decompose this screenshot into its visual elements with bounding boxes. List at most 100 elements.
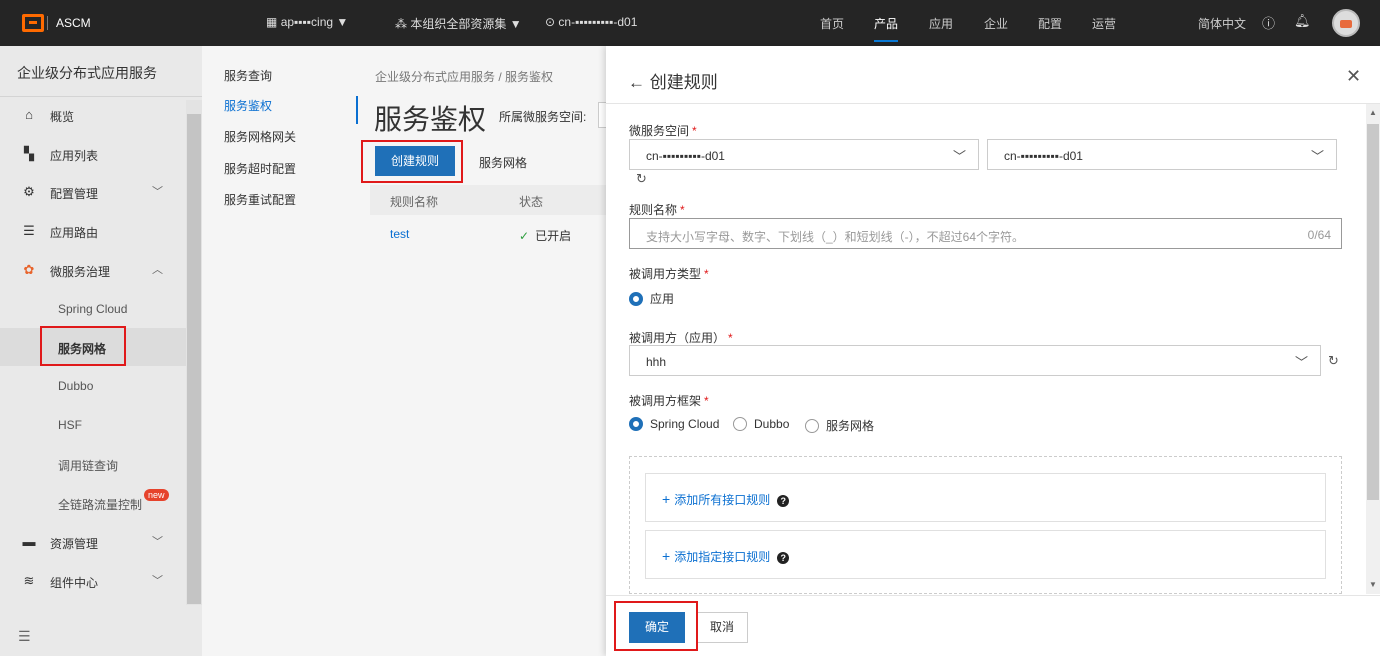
sidebar-item-component-center[interactable]: ≋ 组件中心 ﹀ bbox=[0, 562, 186, 600]
rule-name-link[interactable]: test bbox=[390, 227, 409, 241]
scroll-down-icon[interactable]: ▼ bbox=[1369, 580, 1377, 589]
subnav-timeout-config[interactable]: 服务超时配置 bbox=[224, 160, 296, 177]
highlight-box bbox=[40, 326, 126, 366]
namespace-select-panel[interactable]: cn-▪▪▪▪▪▪▪▪▪-d01 ﹀ bbox=[987, 139, 1337, 170]
radio-framework-spring-cloud[interactable]: Spring Cloud bbox=[629, 417, 719, 431]
back-arrow-icon[interactable]: ← bbox=[628, 73, 645, 92]
layers-icon: ≋ bbox=[23, 573, 35, 588]
panel-title-text: 创建规则 bbox=[649, 73, 718, 92]
chevron-down-icon: ﹀ bbox=[152, 575, 163, 587]
aliyun-logo-icon[interactable] bbox=[22, 14, 44, 32]
top-bar: ASCM ▦ ap▪▪▪▪cing ▼ ⁂ 本组织全部资源集 ▼ ⊙ cn-▪▪… bbox=[0, 0, 1380, 46]
nav-operations[interactable]: 运营 bbox=[1092, 15, 1116, 32]
subnav-mesh-gateway[interactable]: 服务网格网关 bbox=[224, 128, 296, 145]
sidebar-item-microservice[interactable]: ✿ 微服务治理 ︿ bbox=[0, 251, 186, 289]
subnav-service-auth[interactable]: 服务鉴权 bbox=[224, 97, 272, 114]
sidebar-item-label: 概览 bbox=[50, 110, 75, 124]
sidebar-item-config[interactable]: ⚙ 配置管理 ﹀ bbox=[0, 173, 186, 211]
question-icon[interactable]: ? bbox=[777, 495, 790, 507]
caret-down-icon: ▼ bbox=[336, 15, 349, 29]
org-selector[interactable]: ▦ ap▪▪▪▪cing ▼ bbox=[266, 15, 348, 29]
sidebar-item-resource-mgmt[interactable]: ▬ 资源管理 ﹀ bbox=[0, 523, 186, 561]
radio-dot bbox=[733, 417, 747, 431]
panel-title: ← 创建规则 bbox=[628, 68, 718, 93]
sidebar-item-app-routing[interactable]: ☰ 应用路由 bbox=[0, 212, 186, 250]
resource-set-selector[interactable]: ⁂ 本组织全部资源集 ▼ bbox=[395, 15, 522, 32]
select-value: cn-▪▪▪▪▪▪▪▪▪-d01 bbox=[646, 149, 725, 163]
bell-icon[interactable]: 🔔︎ bbox=[1294, 13, 1311, 29]
nav-applications[interactable]: 应用 bbox=[929, 15, 953, 32]
sidebar-item-label: 微服务治理 bbox=[50, 265, 111, 279]
cancel-button[interactable]: 取消 bbox=[696, 612, 748, 643]
radio-framework-service-mesh[interactable]: 服务网格 bbox=[805, 417, 874, 434]
radio-framework-dubbo[interactable]: Dubbo bbox=[733, 417, 789, 431]
char-counter: 0/64 bbox=[1307, 228, 1331, 242]
resource-set-label: 本组织全部资源集 bbox=[410, 17, 507, 31]
required-mark: * bbox=[728, 331, 733, 345]
help-icon[interactable]: ⓘ bbox=[1262, 13, 1275, 32]
sidebar-sub-label: Spring Cloud bbox=[58, 302, 128, 316]
scroll-up-icon[interactable]: ▲ bbox=[1369, 108, 1377, 117]
label-text: 被调用方（应用） bbox=[629, 331, 726, 345]
caret-down-icon: ▼ bbox=[509, 17, 522, 31]
location-pin-icon: ⊙ bbox=[545, 15, 556, 29]
sidebar-title: 企业级分布式应用服务 bbox=[17, 65, 157, 81]
sidebar-sub-dubbo[interactable]: Dubbo bbox=[0, 367, 186, 405]
region-selector[interactable]: ⊙ cn-▪▪▪▪▪▪▪▪▪-d01 bbox=[545, 15, 637, 29]
sidebar-sub-spring-cloud[interactable]: Spring Cloud bbox=[0, 290, 186, 328]
nav-configuration[interactable]: 配置 bbox=[1038, 15, 1062, 32]
chevron-down-icon: ﹀ bbox=[1294, 355, 1308, 370]
sidebar-sub-trace-query[interactable]: 调用链查询 bbox=[0, 445, 186, 483]
radio-label: 服务网格 bbox=[826, 419, 875, 433]
nav-home[interactable]: 首页 bbox=[820, 15, 844, 32]
sidebar-item-app-list[interactable]: ▚ 应用列表 bbox=[0, 135, 186, 173]
check-icon: ✓ bbox=[519, 229, 530, 243]
route-icon: ☰ bbox=[23, 223, 35, 238]
home-icon: ⌂ bbox=[25, 107, 33, 122]
sidebar-item-label: 组件中心 bbox=[50, 576, 99, 590]
add-all-interface-rule-link[interactable]: + 添加所有接口规则? bbox=[662, 491, 790, 508]
subnav-retry-config[interactable]: 服务重试配置 bbox=[224, 191, 296, 208]
close-icon[interactable]: ✕ bbox=[1346, 66, 1361, 87]
sidebar-item-label: 应用列表 bbox=[50, 149, 99, 163]
nav-products[interactable]: 产品 bbox=[874, 15, 898, 32]
radio-dot bbox=[805, 418, 819, 433]
callee-type-label: 被调用方类型 * bbox=[629, 265, 709, 282]
link-label: 添加所有接口规则 bbox=[674, 493, 771, 507]
language-switch[interactable]: 简体中文 bbox=[1198, 15, 1246, 32]
required-mark: * bbox=[680, 203, 685, 217]
chevron-up-icon: ︿ bbox=[152, 264, 163, 276]
subnav-service-query[interactable]: 服务查询 bbox=[224, 67, 272, 84]
nav-enterprise[interactable]: 企业 bbox=[984, 15, 1008, 32]
panel-scroll-thumb[interactable] bbox=[1367, 124, 1379, 500]
select-value: hhh bbox=[646, 355, 667, 369]
highlight-box bbox=[614, 601, 698, 651]
callee-framework-label: 被调用方框架 * bbox=[629, 392, 709, 409]
add-specific-interface-rule-link[interactable]: + 添加指定接口规则? bbox=[662, 548, 790, 565]
collapse-menu-icon[interactable]: ☰ bbox=[18, 628, 31, 645]
namespace-label: 所属微服务空间: bbox=[499, 110, 587, 124]
radio-label: Dubbo bbox=[754, 417, 790, 431]
refresh-icon[interactable]: ↻ bbox=[1328, 353, 1339, 369]
region-select[interactable]: cn-▪▪▪▪▪▪▪▪▪-d01 ﹀ bbox=[629, 139, 979, 170]
refresh-icon[interactable]: ↻ bbox=[636, 171, 647, 187]
radio-dot bbox=[629, 417, 643, 431]
avatar[interactable] bbox=[1332, 9, 1360, 37]
sidebar-item-overview[interactable]: ⌂ 概览 bbox=[0, 96, 186, 134]
chevron-down-icon: ﹀ bbox=[1310, 149, 1324, 164]
highlight-box bbox=[361, 140, 463, 183]
question-icon[interactable]: ? bbox=[777, 552, 790, 564]
rule-name-input[interactable]: 支持大小写字母、数字、下划线（_）和短划线（-），不超过64个字符。 0/64 bbox=[629, 218, 1342, 249]
required-mark: * bbox=[692, 124, 697, 138]
label-text: 被调用方类型 bbox=[629, 267, 702, 281]
sidebar-scroll-thumb[interactable] bbox=[187, 114, 201, 604]
status-cell: ✓ 已开启 bbox=[519, 227, 571, 244]
sidebar-sub-hsf[interactable]: HSF bbox=[0, 406, 186, 444]
radio-callee-type-app[interactable]: 应用 bbox=[629, 290, 674, 307]
add-specific-interface-rule-card: + 添加指定接口规则? bbox=[645, 530, 1326, 579]
page-title: 服务鉴权 bbox=[374, 104, 487, 135]
tab-service-mesh[interactable]: 服务网格 bbox=[479, 154, 527, 171]
callee-app-select[interactable]: hhh ﹀ bbox=[629, 345, 1321, 376]
chevron-down-icon: ﹀ bbox=[152, 186, 163, 198]
chevron-down-icon: ﹀ bbox=[152, 536, 163, 548]
